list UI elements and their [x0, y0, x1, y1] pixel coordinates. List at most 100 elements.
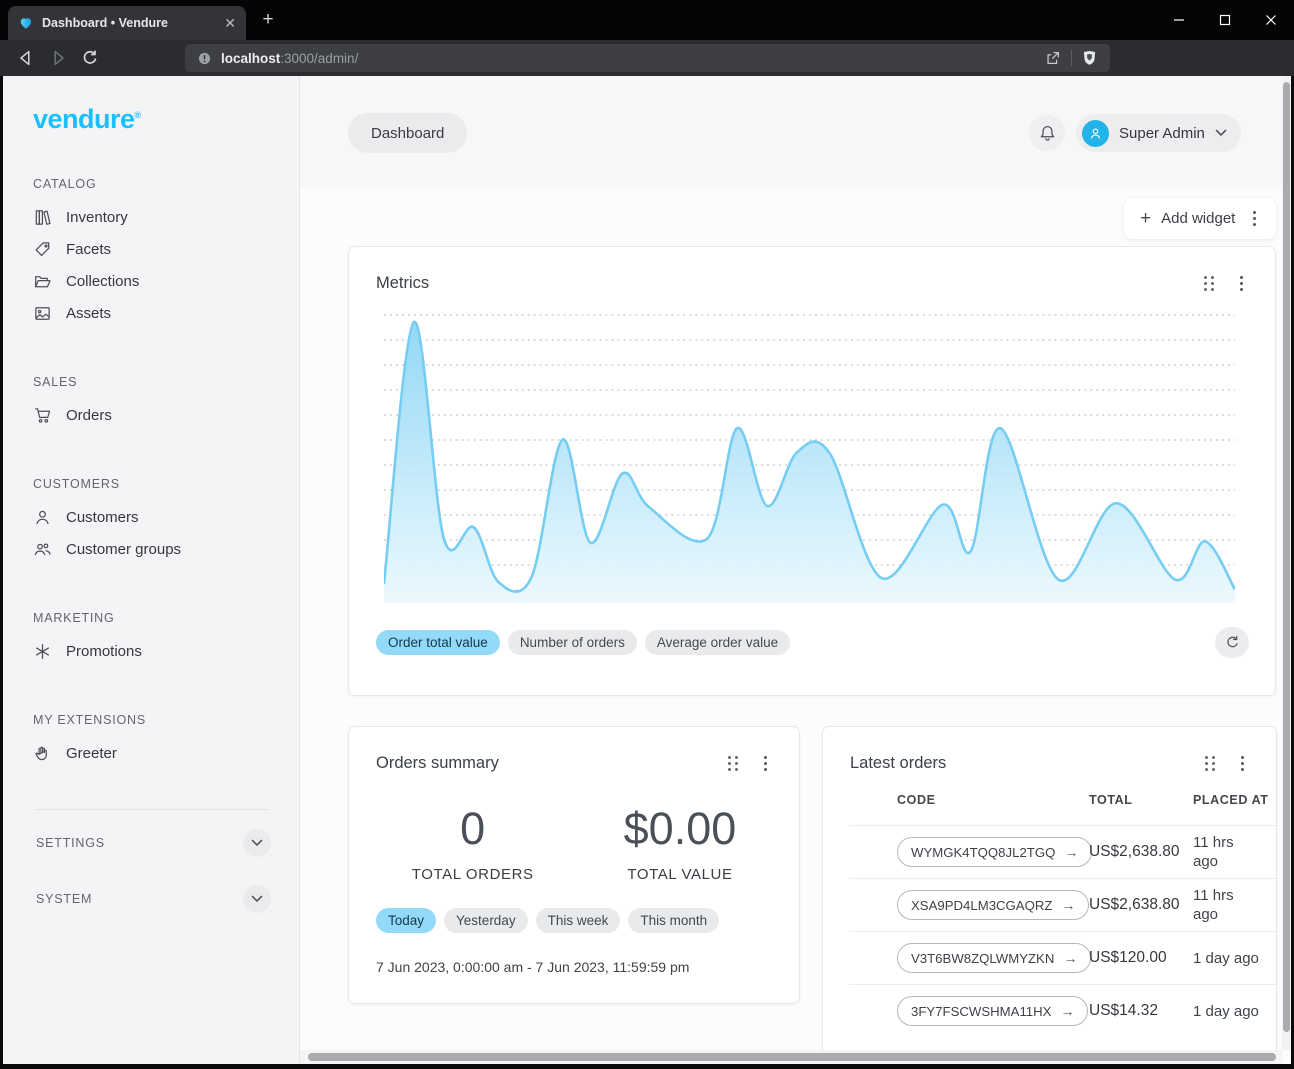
metrics-kebab-icon[interactable]	[1234, 272, 1249, 295]
sidebar-collapsed-settings[interactable]: SETTINGS	[36, 820, 271, 866]
order-total: US$2,638.80	[1089, 843, 1193, 861]
order-row: 3FY7FSCWSHMA11HX→US$14.321 day ago	[823, 985, 1276, 1037]
metric-filter-number-of-orders[interactable]: Number of orders	[508, 630, 637, 655]
metric-filter-average-order-value[interactable]: Average order value	[645, 630, 790, 655]
sidebar-item-customer-groups[interactable]: Customer groups	[33, 533, 299, 565]
new-tab-button[interactable]: +	[258, 10, 278, 30]
order-code-link[interactable]: WYMGK4TQQ8JL2TGQ→	[897, 837, 1092, 867]
user-name: Super Admin	[1119, 125, 1205, 142]
chevron-down-icon	[1215, 129, 1227, 137]
order-placed-at: 1 day ago	[1193, 949, 1277, 968]
metric-filter-order-total-value[interactable]: Order total value	[376, 630, 500, 655]
sidebar-item-facets[interactable]: Facets	[33, 233, 299, 265]
sidebar-item-label: Collections	[66, 273, 139, 290]
metrics-filter-row: Order total value Number of orders Average…	[349, 603, 1275, 658]
sidebar-section-label: CUSTOMERS	[33, 477, 299, 491]
order-code: V3T6BW8ZQLWMYZKN	[911, 951, 1054, 966]
order-total: US$120.00	[1089, 949, 1193, 967]
arrow-right-icon: →	[1061, 897, 1075, 913]
back-icon[interactable]	[16, 48, 36, 68]
browser-tab[interactable]: Dashboard • Vendure ✕	[8, 6, 246, 40]
vertical-scrollbar[interactable]	[1282, 76, 1291, 1050]
sidebar-section-label: MY EXTENSIONS	[33, 713, 299, 727]
share-icon[interactable]	[1044, 49, 1062, 67]
metrics-widget: Metrics Order total value Number of order…	[348, 246, 1276, 696]
sidebar-item-label: Inventory	[66, 209, 128, 226]
sidebar-section-sales: SALESOrders	[33, 375, 299, 431]
sidebar-item-greeter[interactable]: Greeter	[33, 737, 299, 769]
order-code: 3FY7FSCWSHMA11HX	[911, 1004, 1051, 1019]
sidebar-collapsed-system[interactable]: SYSTEM	[36, 876, 271, 922]
window-minimize-button[interactable]	[1156, 0, 1202, 40]
vendure-favicon-heart-icon	[18, 15, 34, 31]
sidebar-item-assets[interactable]: Assets	[33, 297, 299, 329]
column-header-code: CODE	[897, 793, 1089, 807]
metrics-title: Metrics	[376, 274, 1201, 293]
main-header: Dashboard Super Admin	[300, 76, 1282, 187]
sidebar-item-inventory[interactable]: Inventory	[33, 201, 299, 233]
user-menu[interactable]: Super Admin	[1076, 114, 1241, 152]
drag-handle-icon[interactable]	[725, 753, 742, 774]
folder-icon	[33, 272, 52, 291]
sidebar-section-my-extensions: MY EXTENSIONS Greeter	[33, 713, 299, 769]
order-row: XSA9PD4LM3CGAQRZ→US$2,638.8011 hrsago	[823, 879, 1276, 931]
arrow-right-icon: →	[1063, 950, 1077, 966]
sidebar-item-orders[interactable]: Orders	[33, 399, 299, 431]
drag-handle-icon[interactable]	[1201, 273, 1218, 294]
site-info-icon[interactable]	[197, 51, 212, 66]
summary-range-today[interactable]: Today	[376, 908, 436, 933]
sidebar-section-label: SETTINGS	[36, 836, 105, 850]
brave-shield-icon[interactable]	[1081, 49, 1098, 67]
order-code-link[interactable]: 3FY7FSCWSHMA11HX→	[897, 996, 1088, 1026]
vendure-logo: vendure®	[33, 104, 299, 135]
sidebar-item-label: Facets	[66, 241, 111, 258]
sidebar-item-label: Assets	[66, 305, 111, 322]
sidebar-section-customers: CUSTOMERS Customers Customer groups	[33, 477, 299, 565]
sidebar-item-label: Customers	[66, 509, 139, 526]
order-placed-at: 11 hrsago	[1193, 833, 1277, 871]
sidebar-section-label: CATALOG	[33, 177, 299, 191]
widget-menu-kebab-icon[interactable]	[1247, 207, 1262, 230]
summary-date-range: 7 Jun 2023, 0:00:00 am - 7 Jun 2023, 11:…	[349, 933, 799, 975]
breadcrumb[interactable]: Dashboard	[348, 113, 467, 153]
admin-app: vendure® CATALOG Inventory Facets Collectio…	[3, 76, 1291, 1064]
latest-orders-table: CODETOTALPLACED ATWYMGK4TQQ8JL2TGQ→US$2,…	[823, 775, 1276, 1037]
latest-orders-widget: Latest orders CODETOTALPLACED ATWYMGK4TQ…	[822, 726, 1277, 1056]
sidebar-section-label: MARKETING	[33, 611, 299, 625]
summary-range-this-month[interactable]: This month	[628, 908, 719, 933]
sidebar-section-catalog: CATALOG Inventory Facets Collections Assets	[33, 177, 299, 329]
sidebar-item-customers[interactable]: Customers	[33, 501, 299, 533]
reload-icon[interactable]	[80, 48, 100, 68]
orders-summary-widget: Orders summary 0 TOTAL ORDERS $0.00	[348, 726, 800, 1004]
order-row: V3T6BW8ZQLWMYZKN → US$120.001 day ago	[823, 932, 1276, 984]
window-close-button[interactable]	[1248, 0, 1294, 40]
refresh-button[interactable]	[1215, 627, 1249, 658]
order-total: US$14.32	[1089, 1002, 1193, 1020]
users-icon	[33, 540, 52, 559]
latest-orders-kebab-icon[interactable]	[1235, 752, 1250, 775]
summary-range-yesterday[interactable]: Yesterday	[444, 908, 528, 933]
notifications-button[interactable]	[1029, 115, 1065, 151]
chevron-down-icon[interactable]	[243, 885, 271, 913]
tab-close-icon[interactable]: ✕	[224, 16, 236, 30]
sidebar-item-collections[interactable]: Collections	[33, 265, 299, 297]
forward-icon[interactable]	[48, 48, 68, 68]
sidebar-section-marketing: MARKETING Promotions	[33, 611, 299, 667]
chevron-down-icon[interactable]	[243, 829, 271, 857]
horizontal-scrollbar[interactable]	[300, 1050, 1282, 1064]
sidebar-item-promotions[interactable]: Promotions	[33, 635, 299, 667]
address-bar[interactable]: localhost:3000/admin/	[185, 44, 1110, 72]
dashboard-content: + Add widget Metrics	[300, 187, 1282, 1050]
hand-icon	[33, 744, 52, 763]
order-code-link[interactable]: V3T6BW8ZQLWMYZKN →	[897, 943, 1091, 973]
summary-kebab-icon[interactable]	[758, 752, 773, 775]
image-icon	[33, 304, 52, 323]
browser-window: Dashboard • Vendure ✕ + localhost:3000/a…	[0, 0, 1294, 1069]
main-area: Dashboard Super Admin + Add widget	[300, 76, 1282, 1050]
add-widget-button[interactable]: + Add widget	[1124, 198, 1276, 239]
metrics-chart	[384, 311, 1235, 603]
order-code-link[interactable]: XSA9PD4LM3CGAQRZ→	[897, 890, 1089, 920]
window-maximize-button[interactable]	[1202, 0, 1248, 40]
drag-handle-icon[interactable]	[1202, 753, 1219, 774]
summary-range-this-week[interactable]: This week	[536, 908, 621, 933]
